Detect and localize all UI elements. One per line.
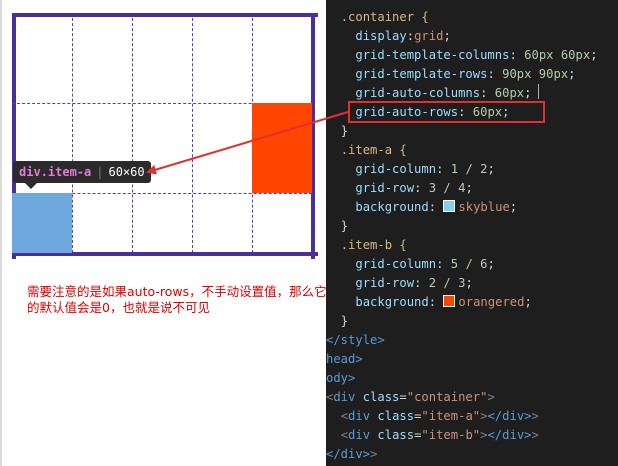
css-value: orangered	[458, 295, 525, 309]
css-value: 1 / 2	[450, 162, 488, 176]
code-line: grid-row: 3 / 4;	[355, 181, 473, 195]
code-line: background: orangered;	[355, 295, 532, 309]
html-tag: </div>	[487, 428, 532, 442]
code-line: .item-b {	[326, 236, 407, 255]
tooltip-separator: |	[96, 165, 104, 179]
item-b-box[interactable]	[252, 103, 312, 193]
code-line: <div class="container">	[326, 390, 495, 404]
css-property: grid-template-rows	[355, 67, 488, 81]
html-tag: div	[348, 428, 371, 442]
highlight-box	[348, 101, 545, 123]
css-value: 60px 60px	[524, 48, 591, 62]
code-line: background: skyblue;	[355, 200, 518, 214]
html-tag: </style>	[326, 333, 385, 347]
css-value: grid	[414, 29, 444, 43]
code-line: .container {	[326, 8, 429, 27]
html-attr-value: "item-b"	[421, 428, 481, 442]
css-selector: .item-a {	[340, 143, 407, 157]
css-property: grid-row	[355, 276, 415, 290]
code-line: <div class="item-b"></div>>	[340, 428, 539, 442]
code-editor[interactable]: .container { display:grid; grid-template…	[326, 0, 618, 466]
tooltip-selector: div.item-a	[19, 165, 92, 179]
css-value: 5 / 6	[450, 257, 488, 271]
code-line: .item-a {	[326, 141, 407, 160]
html-tag: </div>	[487, 409, 532, 423]
code-line: <div class="item-a"></div>>	[340, 409, 539, 423]
css-selector: .item-b {	[340, 238, 407, 252]
code-line: grid-template-columns: 60px 60px;	[355, 48, 598, 62]
html-attr: class	[377, 409, 415, 423]
code-line: head>	[326, 350, 363, 369]
grid-line	[72, 13, 73, 253]
css-value: 3 / 4	[428, 181, 466, 195]
css-property: grid-auto-columns	[355, 86, 481, 100]
css-brace: }	[340, 314, 349, 328]
code-line: display:grid;	[355, 29, 451, 43]
css-property: grid-row	[355, 181, 415, 195]
code-line: grid-column: 1 / 2;	[355, 162, 495, 176]
item-a-box[interactable]	[12, 193, 72, 253]
html-attr-value: "container"	[406, 390, 488, 404]
grid-line	[12, 13, 318, 17]
html-tag: ody>	[326, 371, 356, 385]
css-property: grid-template-columns	[355, 48, 510, 62]
inspect-tooltip: div.item-a | 60×60	[13, 161, 151, 183]
code-line: grid-row: 2 / 3;	[355, 276, 473, 290]
html-attr: class	[362, 390, 400, 404]
html-tag: div	[333, 390, 356, 404]
css-value: 90px 90px	[502, 67, 569, 81]
html-attr-value: "item-a"	[421, 409, 481, 423]
css-value: skyblue	[458, 200, 510, 214]
css-property: display	[355, 29, 407, 43]
html-tag: div	[348, 409, 371, 423]
color-swatch[interactable]	[443, 295, 456, 307]
css-property: grid-column	[355, 162, 437, 176]
code-line: grid-template-rows: 90px 90px;	[355, 67, 576, 81]
tooltip-tail	[25, 183, 37, 189]
preview-pane: div.item-a | 60×60 需要注意的是如果auto-rows，不手动设置…	[0, 0, 327, 466]
color-swatch[interactable]	[443, 200, 456, 212]
code-line: }	[326, 217, 348, 236]
code-line: ody>	[326, 369, 355, 388]
annotation-note: 需要注意的是如果auto-rows，不手动设置值，那么它的默认值会是0，也就是说…	[27, 284, 327, 315]
css-brace: }	[340, 219, 349, 233]
css-brace: }	[340, 124, 349, 138]
grid-line	[132, 13, 133, 253]
tooltip-size: 60×60	[108, 165, 145, 179]
code-line: </style>	[326, 331, 385, 350]
code-line: }	[326, 312, 348, 331]
code-line: grid-column: 5 / 6;	[355, 257, 495, 271]
text-cursor	[538, 84, 539, 99]
grid-line	[192, 13, 193, 253]
pane-border	[0, 0, 2, 466]
css-property: background	[355, 295, 429, 309]
html-tag: </div>	[326, 447, 371, 461]
code-line: }	[326, 122, 348, 141]
html-attr: class	[377, 428, 415, 442]
css-value: 60px	[494, 86, 525, 100]
css-value: 2 / 3	[428, 276, 466, 290]
css-property: grid-column	[355, 257, 437, 271]
code-line: </div>>	[326, 447, 378, 461]
css-property: background	[355, 200, 429, 214]
css-selector: .container {	[340, 10, 429, 24]
html-tag: head>	[326, 352, 363, 366]
